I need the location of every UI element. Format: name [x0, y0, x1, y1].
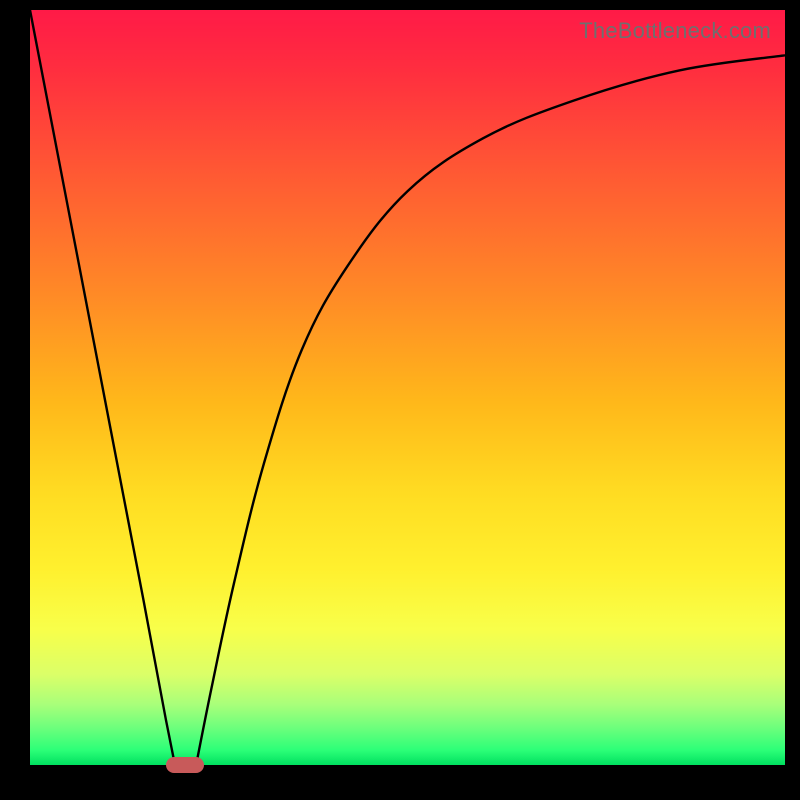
chart-frame: TheBottleneck.com — [0, 0, 800, 800]
left-branch-path — [30, 10, 177, 765]
curve-layer — [30, 10, 785, 765]
bottleneck-marker — [166, 757, 204, 773]
right-branch-path — [196, 55, 785, 765]
plot-area: TheBottleneck.com — [30, 10, 785, 765]
